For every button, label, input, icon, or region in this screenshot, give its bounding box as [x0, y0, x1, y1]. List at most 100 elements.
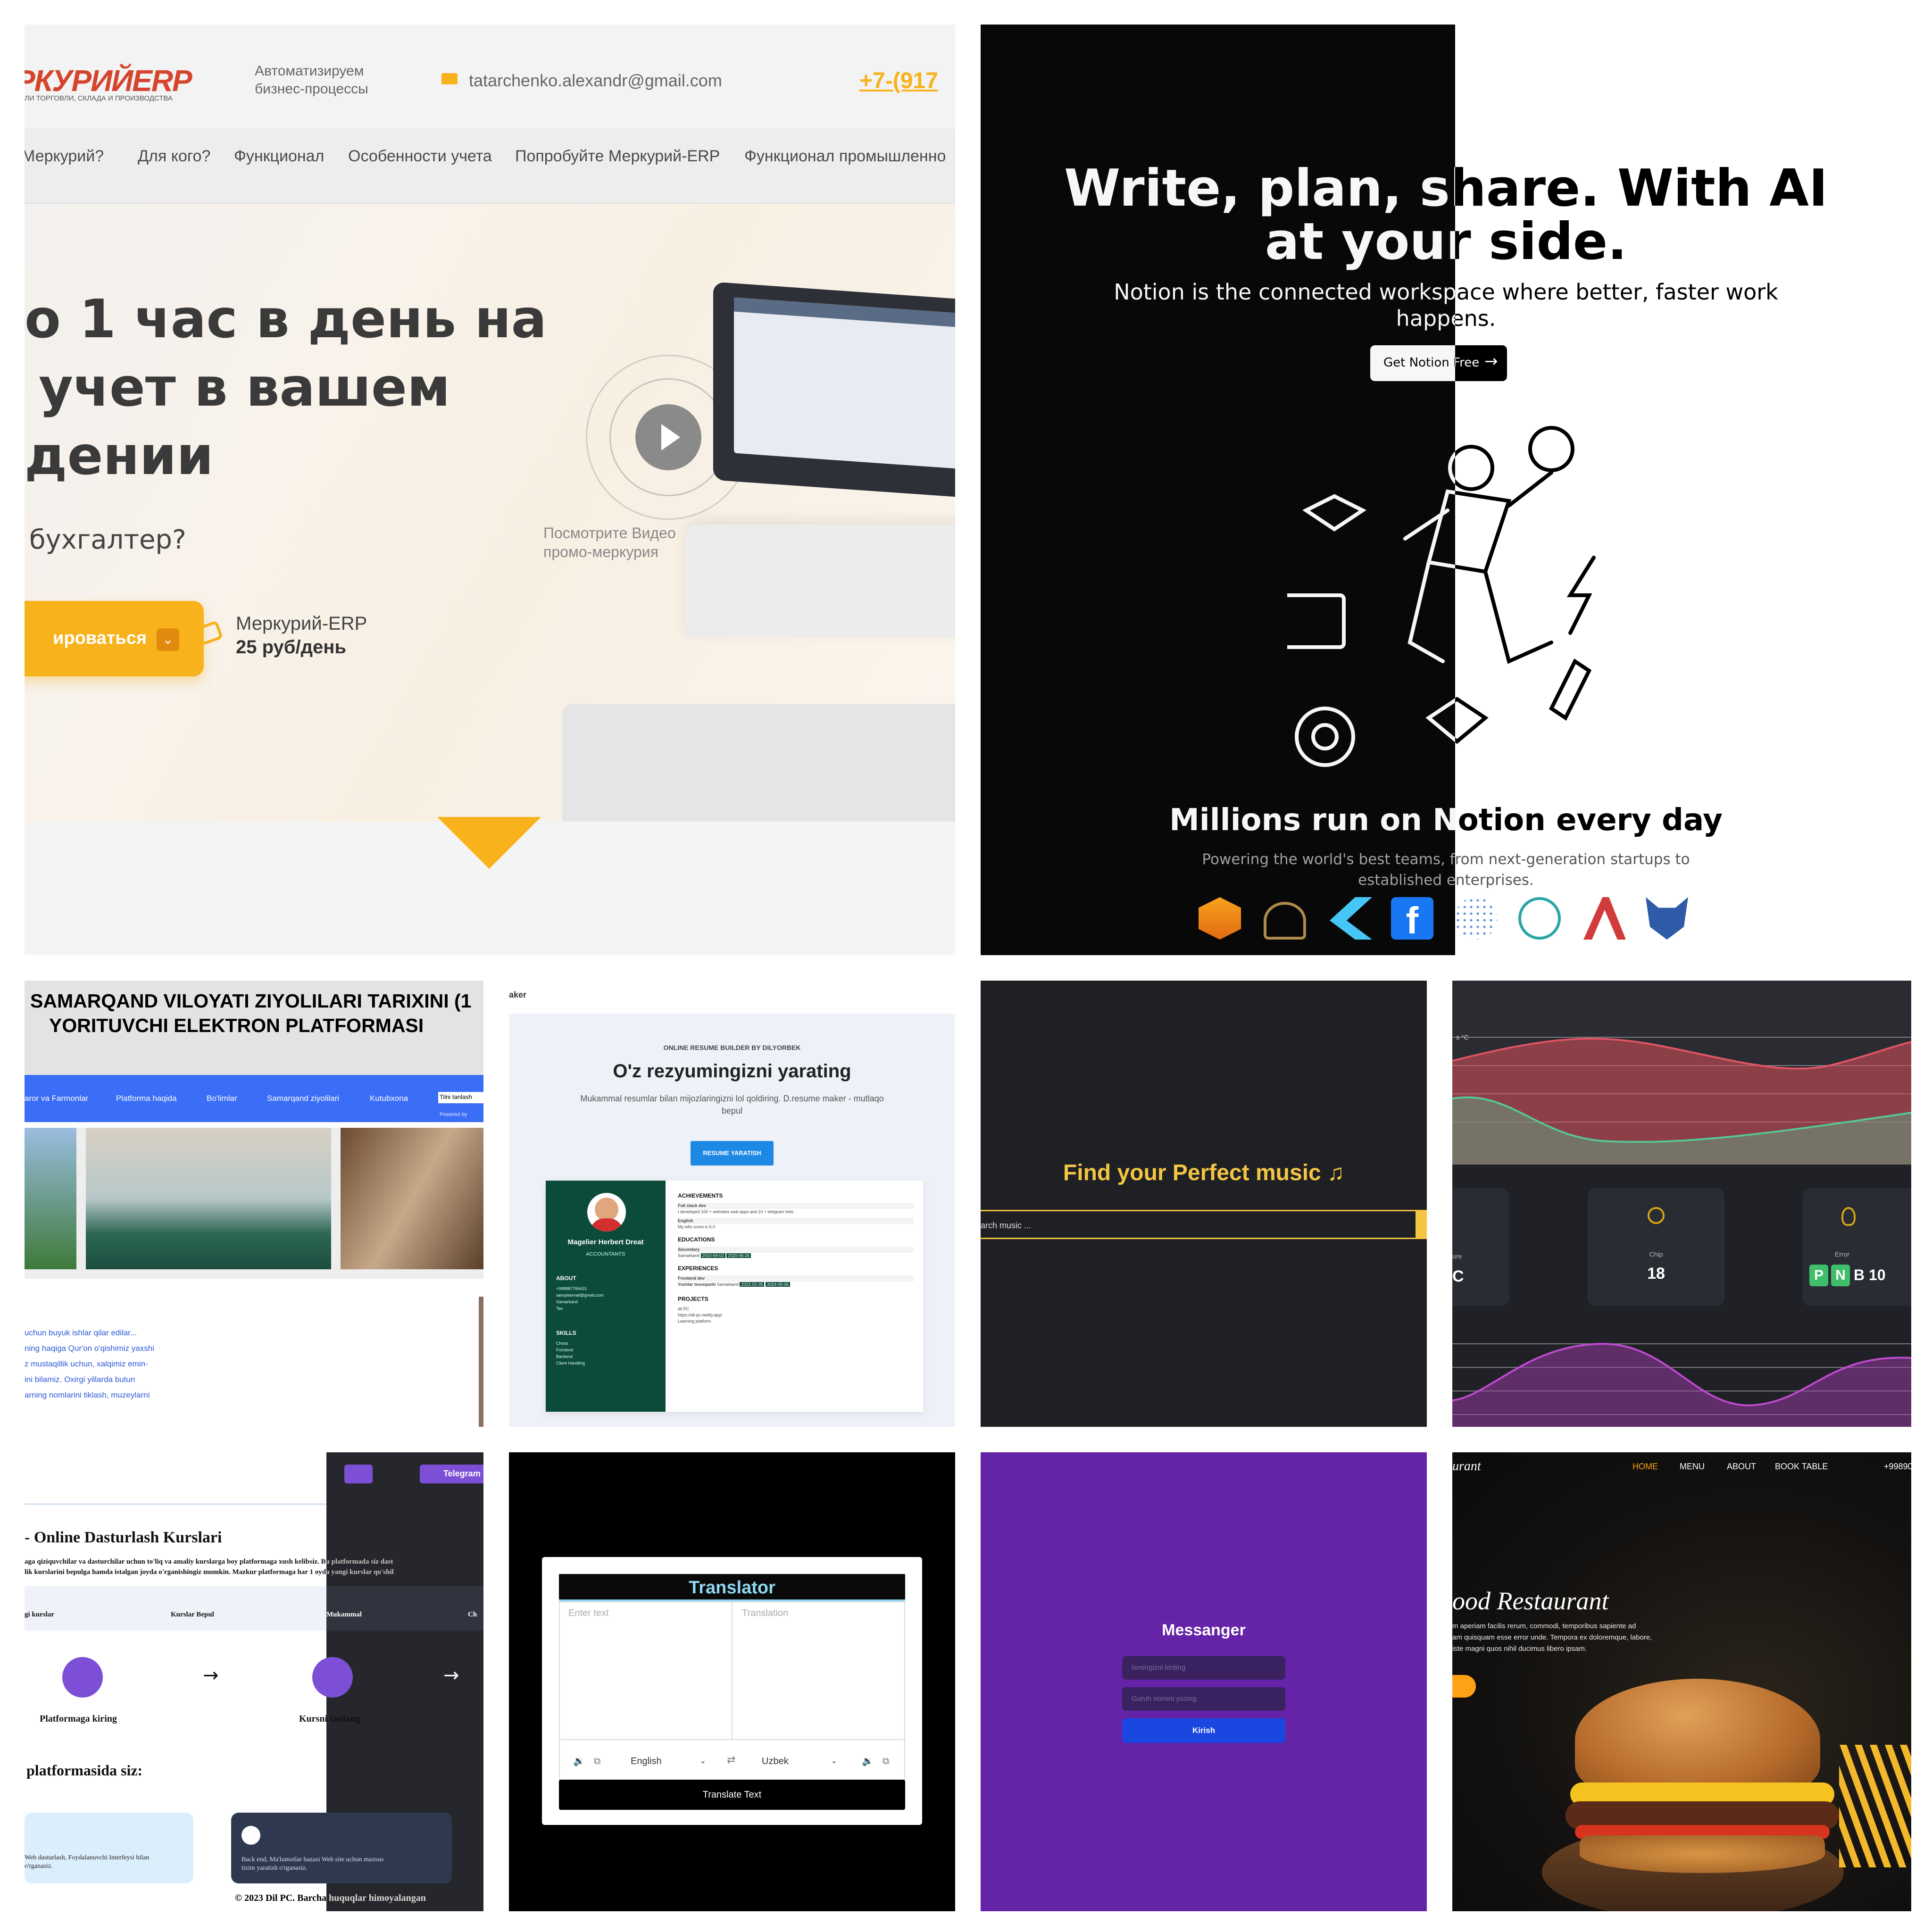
music-search-screenshot: Find your Perfect music ♫ arch music ...	[981, 981, 1427, 1427]
dilpc-description: aga qiziquvchilar va dasturchilar uchun …	[25, 1558, 393, 1566]
samarqand-text: uchun buyuk ishlar qilar edilar... ning …	[25, 1328, 154, 1399]
play-icon	[661, 424, 680, 450]
feature-item: Kurslar Bepul	[171, 1611, 214, 1618]
gallery-image-museum[interactable]	[86, 1128, 331, 1269]
samarqand-title: SAMARQAND VILOYATI ZIYOLILARI TARIXINI (…	[30, 990, 472, 1012]
source-text-input[interactable]: Enter text	[560, 1602, 733, 1739]
notion-subheadline: Notion is the connected workspace where …	[1114, 279, 1778, 305]
restaurant-logo[interactable]: urant	[1452, 1459, 1481, 1474]
login-button[interactable]: Kirish	[1122, 1718, 1285, 1743]
fries	[1839, 1745, 1911, 1867]
erp-nav-item[interactable]: Функционал	[234, 147, 324, 166]
name-input[interactable]: Ismingizni kiriting	[1122, 1656, 1285, 1680]
gallery-image-trees[interactable]	[25, 1128, 76, 1269]
notion-screenshot: Write, plan, share. With AI at your side…	[981, 25, 1911, 955]
samarqand-nav-item[interactable]: aror va Farmonlar	[25, 1094, 88, 1103]
notion-headline: Write, plan, share. With AI	[1064, 159, 1828, 218]
erp-phone[interactable]: +7-(917	[859, 68, 938, 94]
nav-item-book-table[interactable]: BOOK TABLE	[1775, 1462, 1828, 1472]
nav-item-menu[interactable]: MENU	[1680, 1462, 1705, 1472]
resume-brand[interactable]: aker	[509, 990, 526, 1000]
erp-headline-1: о 1 час в день на	[25, 289, 547, 350]
dots-logo-icon	[1455, 897, 1497, 940]
erp-nav: Меркурий? Для кого? Функционал Особеннос…	[25, 128, 955, 204]
resume-content: ACHIEVEMENTS Full stack dev I developed …	[678, 1193, 914, 1324]
samarqand-gallery	[25, 1128, 483, 1279]
course-card[interactable]: Back end, Ma'lumotlar bazasi Web site uc…	[231, 1813, 452, 1883]
erp-nav-item[interactable]: Для кого?	[138, 147, 210, 166]
nav-item-about[interactable]: ABOUT	[1727, 1462, 1756, 1472]
notion-illustration	[1287, 426, 1596, 767]
telegram-button[interactable]: Telegram	[420, 1465, 483, 1483]
order-now-button[interactable]	[1452, 1675, 1476, 1698]
erp-headline-2: учет в вашем	[39, 357, 450, 418]
copy-icon[interactable]: ⧉	[594, 1755, 600, 1766]
resume-name: Magelier Herbert Dreat	[567, 1238, 644, 1246]
copy-icon[interactable]: ⧉	[883, 1755, 889, 1766]
restaurant-screenshot: urant HOME MENU ABOUT BOOK TABLE +99890 …	[1452, 1452, 1911, 1911]
erp-nav-item[interactable]: Меркурий?	[25, 147, 104, 166]
sensor-card-error[interactable]: Error P N B 10	[1803, 1188, 1911, 1306]
translation-output[interactable]: Translation	[733, 1602, 906, 1739]
gallery-image-books[interactable]	[341, 1128, 483, 1269]
avatar	[587, 1193, 626, 1232]
restaurant-phone[interactable]: +99890	[1884, 1462, 1911, 1472]
play-video-button[interactable]	[635, 404, 701, 470]
letter-a-logo-icon	[1583, 897, 1626, 940]
group-name-input[interactable]: Guruh nomini yozing	[1122, 1687, 1285, 1711]
lotus-logo-icon	[1264, 902, 1306, 940]
resume-title: O'z rezyumingizni yarating	[613, 1061, 851, 1082]
create-resume-button[interactable]: RESUME YARATISH	[691, 1141, 774, 1166]
translate-button[interactable]: Translate Text	[559, 1780, 905, 1810]
samarqand-nav-item[interactable]: Platforma haqida	[116, 1094, 177, 1103]
source-language-select[interactable]: English ⌄	[631, 1752, 711, 1771]
erp-nav-item[interactable]: Особенности учета	[348, 147, 492, 166]
messenger-title: Messanger	[1162, 1621, 1246, 1639]
samarqand-nav-item[interactable]: Samarqand ziyolilari	[267, 1094, 339, 1103]
dilpc-title: - Online Dasturlash Kurslari	[25, 1529, 222, 1546]
erp-logo-subtitle: ЛИ ТОРГОВЛИ, СКЛАДА И ПРОИЗВОДСТВА	[25, 94, 173, 102]
speaker-icon[interactable]: 🔉	[862, 1755, 874, 1766]
arrow-right-icon: →	[443, 1665, 459, 1686]
erp-screenshot: РКУРИЙERP ЛИ ТОРГОВЛИ, СКЛАДА И ПРОИЗВОД…	[25, 25, 955, 955]
sensor-card-temperature[interactable]: ure C	[1452, 1188, 1509, 1306]
resume-description: Mukammal resumlar bilan mijozlaringizni …	[580, 1094, 884, 1103]
temperature-chart	[1452, 981, 1911, 1165]
atom-logo-icon	[1518, 897, 1561, 940]
samarqand-nav: aror va Farmonlar Platforma haqida Bo'li…	[25, 1075, 483, 1122]
dilpc-logo[interactable]	[344, 1465, 373, 1483]
translator-card: Translator Enter text Translation 🔉 ⧉ En…	[542, 1557, 922, 1825]
erp-email[interactable]: tatarchenko.alexandr@gmail.com	[469, 71, 722, 91]
feature-item: Mukammal	[326, 1611, 362, 1618]
translator-header: Translator	[559, 1574, 905, 1601]
nav-item-home[interactable]: HOME	[1632, 1462, 1658, 1472]
course-card[interactable]: Web dasturlash, Foydalanuvchi Interfeysi…	[25, 1813, 193, 1883]
sensor-card-chip[interactable]: Chip 18	[1588, 1188, 1724, 1306]
swap-icon[interactable]: ⇄	[727, 1754, 735, 1766]
erp-tagline: Автоматизируем	[255, 63, 364, 79]
arrow-right-icon: →	[1484, 352, 1498, 371]
erp-price-label: Меркурий-ERP	[236, 613, 367, 634]
erp-nav-item[interactable]: Попробуйте Меркурий-ERP	[515, 147, 720, 166]
mail-icon	[441, 73, 458, 84]
erp-logo[interactable]: РКУРИЙERP	[25, 63, 192, 98]
login-step-icon	[62, 1657, 103, 1698]
erp-cta-button[interactable]: ироваться ⌄	[25, 601, 204, 676]
music-search-input[interactable]: arch music ...	[981, 1210, 1427, 1239]
lightbulb-icon	[1841, 1207, 1856, 1226]
erp-nav-item[interactable]: Функционал промышленно	[744, 147, 946, 166]
wolf-logo-icon	[1646, 897, 1688, 940]
resume-kicker: ONLINE RESUME BUILDER BY DILYORBEK	[663, 1044, 801, 1051]
scroll-down-arrow[interactable]	[437, 817, 541, 869]
erp-subhead: бухгалтер?	[29, 525, 186, 555]
erp-header: РКУРИЙERP ЛИ ТОРГОВЛИ, СКЛАДА И ПРОИЗВОД…	[25, 25, 955, 128]
notion-millions-heading: Millions run on Notion every day	[1169, 803, 1723, 838]
notion-powering-text: Powering the world's best teams, from ne…	[1202, 851, 1690, 868]
music-search-button[interactable]	[1416, 1210, 1427, 1239]
target-language-select[interactable]: Uzbek ⌄	[762, 1752, 842, 1771]
speaker-icon[interactable]: 🔉	[573, 1755, 585, 1766]
samarqand-nav-item[interactable]: Kutubxona	[370, 1094, 408, 1103]
language-select[interactable]: Tilni tanlash	[438, 1092, 483, 1103]
samarqand-nav-item[interactable]: Bo'limlar	[207, 1094, 237, 1103]
activity-chart	[1452, 1342, 1911, 1427]
